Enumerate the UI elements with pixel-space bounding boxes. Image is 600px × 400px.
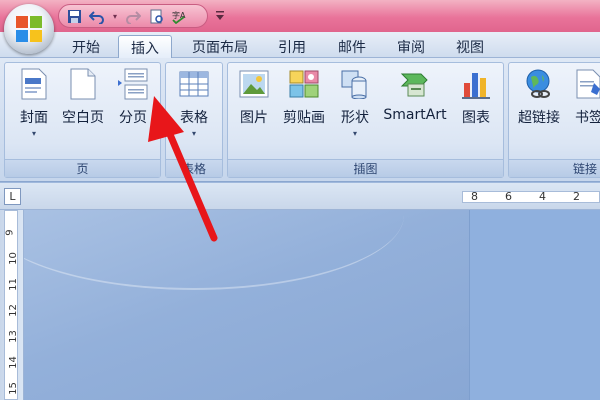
cover-page-label: 封面: [20, 110, 48, 126]
document-area[interactable]: [24, 210, 600, 400]
ruler-number: 9: [4, 229, 16, 236]
tab-references[interactable]: 引用: [266, 35, 318, 58]
ruler-number: 10: [7, 252, 19, 265]
svg-text:字A: 字A: [172, 10, 186, 20]
tab-review[interactable]: 审阅: [384, 35, 438, 58]
ruler-number: 12: [7, 304, 19, 317]
tab-mailings[interactable]: 邮件: [324, 35, 380, 58]
smartart-button[interactable]: SmartArt: [380, 67, 450, 123]
clip-art-button[interactable]: 剪贴画: [278, 67, 330, 127]
spelling-icon[interactable]: 字A: [170, 7, 188, 25]
vertical-ruler-scale[interactable]: 9 10 11 12 13 14 15: [4, 210, 19, 400]
ruler-number: 2: [573, 190, 580, 203]
bookmark-icon: [572, 67, 600, 101]
ruler-number: 15: [7, 382, 19, 395]
page-break-label: 分页: [119, 110, 147, 126]
hyperlink-icon: [522, 67, 556, 101]
hyperlink-label: 超链接: [518, 110, 560, 126]
customize-toolbar-icon[interactable]: [214, 9, 226, 23]
table-icon: [177, 67, 211, 101]
links-group: 超链接 书签 链接: [508, 62, 600, 178]
pages-group: 封面 ▾ 空白页 分页 页: [4, 62, 161, 178]
picture-button[interactable]: 图片: [234, 67, 274, 127]
illustrations-group: 图片 剪贴画 形状 ▾ SmartArt 图表 插图: [227, 62, 504, 178]
background-swoosh: [24, 210, 404, 290]
office-button[interactable]: [4, 4, 54, 54]
smartart-icon: [398, 67, 432, 101]
blank-page-label: 空白页: [62, 110, 104, 126]
cover-page-dropdown-icon[interactable]: ▾: [32, 129, 36, 138]
page-break-button[interactable]: 分页: [111, 67, 155, 127]
ribbon-panel: 封面 ▾ 空白页 分页 页 表格 ▾ 表格 图片 剪贴画 形状 ▾ SmartA…: [0, 58, 600, 182]
undo-dropdown-icon[interactable]: ▾: [111, 7, 119, 25]
print-preview-icon[interactable]: [147, 7, 165, 25]
shapes-button[interactable]: 形状 ▾: [334, 67, 376, 138]
cover-page-button[interactable]: 封面 ▾: [11, 67, 57, 138]
page-break-icon: [116, 67, 150, 101]
links-group-label: 链接: [509, 159, 600, 177]
undo-icon[interactable]: [88, 7, 106, 25]
ruler-number: 8: [471, 190, 478, 203]
redo-icon[interactable]: [124, 7, 142, 25]
chart-icon: [459, 67, 493, 101]
quick-access-toolbar: ▾ 字A: [58, 4, 208, 28]
ruler-scale[interactable]: 8 6 4 2: [462, 190, 600, 203]
illustrations-group-label: 插图: [228, 159, 503, 177]
chart-label: 图表: [462, 110, 490, 126]
hyperlink-button[interactable]: 超链接: [513, 67, 565, 127]
pages-group-label: 页: [5, 159, 160, 177]
save-icon[interactable]: [65, 7, 83, 25]
tables-group-label: 表格: [166, 159, 222, 177]
clip-art-icon: [287, 67, 321, 101]
shapes-icon: [338, 67, 372, 101]
bookmark-button[interactable]: 书签: [567, 67, 600, 127]
bookmark-label: 书签: [575, 110, 600, 126]
table-dropdown-icon[interactable]: ▾: [192, 129, 196, 138]
ruler-number: 4: [539, 190, 546, 203]
picture-icon: [237, 67, 271, 101]
tab-page-layout[interactable]: 页面布局: [178, 35, 262, 58]
blank-page-icon: [66, 67, 100, 101]
ruler-number: 13: [7, 330, 19, 343]
blank-page-button[interactable]: 空白页: [57, 67, 109, 127]
tab-selector[interactable]: L: [4, 188, 21, 205]
ruler-number: 11: [7, 278, 19, 291]
picture-label: 图片: [240, 110, 268, 126]
document-page[interactable]: [469, 210, 600, 400]
smartart-label: SmartArt: [383, 107, 447, 123]
tab-home[interactable]: 开始: [60, 35, 112, 58]
shapes-dropdown-icon[interactable]: ▾: [353, 129, 357, 138]
tab-insert[interactable]: 插入: [118, 35, 172, 59]
table-button[interactable]: 表格 ▾: [172, 67, 216, 138]
ruler-number: 14: [7, 356, 19, 369]
shapes-label: 形状: [341, 110, 369, 126]
tables-group: 表格 ▾ 表格: [165, 62, 223, 178]
chart-button[interactable]: 图表: [454, 67, 498, 127]
office-logo-icon: [16, 16, 42, 42]
vertical-ruler: 9 10 11 12 13 14 15: [0, 210, 24, 400]
clip-art-label: 剪贴画: [283, 110, 325, 126]
table-label: 表格: [180, 110, 208, 126]
ruler-number: 6: [505, 190, 512, 203]
cover-page-icon: [17, 67, 51, 101]
horizontal-ruler: L 8 6 4 2: [0, 183, 600, 210]
ribbon-tabs: 开始 插入 页面布局 引用 邮件 审阅 视图: [0, 32, 600, 59]
tab-view[interactable]: 视图: [444, 35, 496, 58]
